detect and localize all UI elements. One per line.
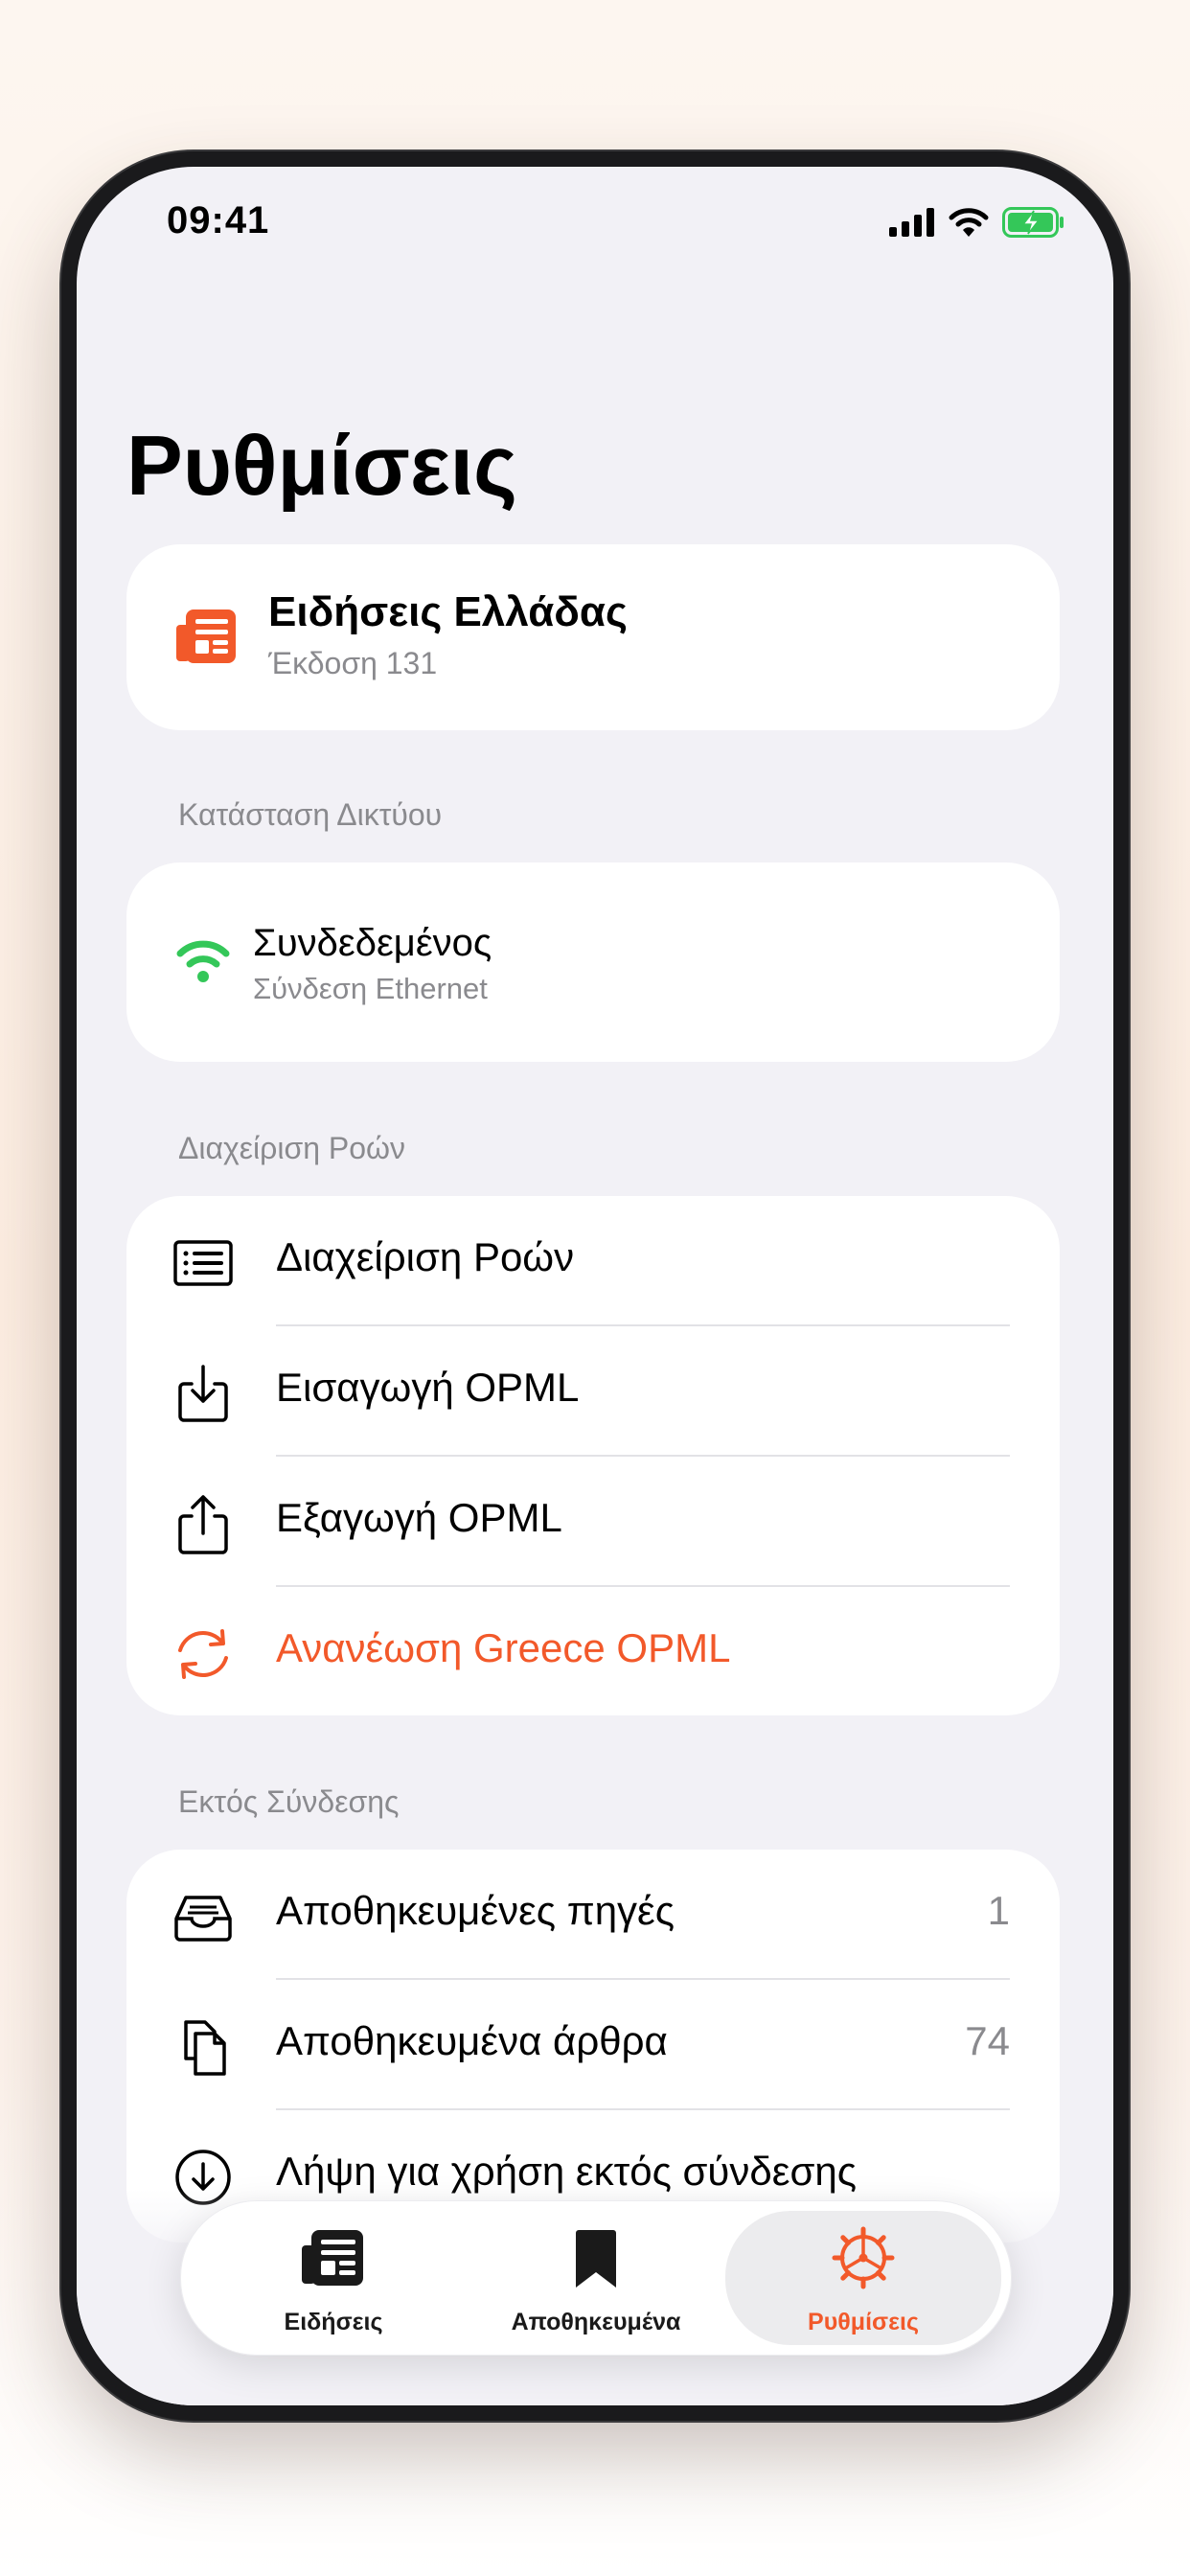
newspaper-icon bbox=[176, 610, 236, 663]
tab-settings-label: Ρυθμίσεις bbox=[808, 2309, 919, 2335]
refresh-greece-opml-row[interactable]: Ανανέωση Greece OPML bbox=[126, 1587, 1060, 1717]
offline-card: Αποθηκευμένες πηγές 1 Αποθηκευμένα άρθρα… bbox=[126, 1850, 1060, 2242]
saved-articles-label: Αποθηκευμένα άρθρα bbox=[276, 2018, 668, 2063]
refresh-icon bbox=[178, 1629, 228, 1679]
documents-icon bbox=[184, 2020, 226, 2076]
wifi-icon bbox=[176, 940, 230, 982]
status-time: 09:41 bbox=[167, 199, 270, 242]
tab-saved[interactable]: Αποθηκευμένα bbox=[467, 2201, 725, 2355]
page-title: Ρυθμίσεις bbox=[126, 418, 517, 513]
network-status-card[interactable]: Συνδεδεμένος Σύνδεση Ethernet bbox=[126, 862, 1060, 1062]
list-icon bbox=[173, 1240, 233, 1286]
network-detail: Σύνδεση Ethernet bbox=[253, 972, 488, 1005]
network-status: Συνδεδεμένος bbox=[253, 922, 492, 964]
battery-charging-icon bbox=[1002, 207, 1064, 238]
tab-news[interactable]: Ειδήσεις bbox=[200, 2201, 467, 2355]
bookmark-icon bbox=[576, 2230, 616, 2288]
cellular-signal-icon bbox=[889, 208, 934, 237]
saved-articles-row[interactable]: Αποθηκευμένα άρθρα 74 bbox=[126, 1980, 1060, 2110]
share-icon bbox=[178, 1495, 228, 1554]
saved-sources-count: 1 bbox=[987, 1888, 1010, 1933]
app-info-card: Ειδήσεις Ελλάδας Έκδοση 131 bbox=[126, 544, 1060, 730]
section-header-feeds: Διαχείριση Ροών bbox=[178, 1131, 406, 1165]
import-icon bbox=[178, 1365, 228, 1422]
download-offline-label: Λήψη για χρήση εκτός σύνδεσης bbox=[276, 2149, 858, 2194]
tab-saved-label: Αποθηκευμένα bbox=[511, 2309, 681, 2335]
manage-feeds-row[interactable]: Διαχείριση Ροών bbox=[126, 1196, 1060, 1326]
manage-feeds-label: Διαχείριση Ροών bbox=[276, 1234, 575, 1279]
tab-settings[interactable]: Ρυθμίσεις bbox=[725, 2211, 1001, 2345]
gear-icon bbox=[832, 2226, 895, 2289]
tray-icon bbox=[174, 1896, 232, 1942]
saved-sources-row[interactable]: Αποθηκευμένες πηγές 1 bbox=[126, 1850, 1060, 1980]
section-header-network: Κατάσταση Δικτύου bbox=[178, 797, 443, 832]
feeds-card: Διαχείριση Ροών Εισαγωγή OPML Εξαγωγή OP… bbox=[126, 1196, 1060, 1715]
export-opml-label: Εξαγωγή OPML bbox=[276, 1495, 562, 1540]
section-header-offline: Εκτός Σύνδεσης bbox=[178, 1784, 400, 1819]
status-icons bbox=[889, 207, 1065, 238]
tab-bar: Ειδήσεις Αποθηκευμένα Ρυθμίσεις bbox=[180, 2200, 1012, 2356]
screen: 09:41 Ρυθμίσεις Ειδήσεις Ελλάδας Έκδοση … bbox=[77, 167, 1113, 2405]
newspaper-icon bbox=[302, 2230, 363, 2286]
saved-articles-count: 74 bbox=[965, 2018, 1010, 2063]
export-opml-row[interactable]: Εξαγωγή OPML bbox=[126, 1457, 1060, 1587]
tab-news-label: Ειδήσεις bbox=[284, 2309, 383, 2335]
saved-sources-label: Αποθηκευμένες πηγές bbox=[276, 1888, 675, 1933]
wifi-status-icon bbox=[949, 208, 989, 237]
refresh-greece-opml-label: Ανανέωση Greece OPML bbox=[276, 1625, 731, 1670]
import-opml-row[interactable]: Εισαγωγή OPML bbox=[126, 1326, 1060, 1457]
app-name: Ειδήσεις Ελλάδας bbox=[268, 588, 628, 635]
import-opml-label: Εισαγωγή OPML bbox=[276, 1365, 580, 1410]
app-version: Έκδοση 131 bbox=[268, 646, 438, 680]
